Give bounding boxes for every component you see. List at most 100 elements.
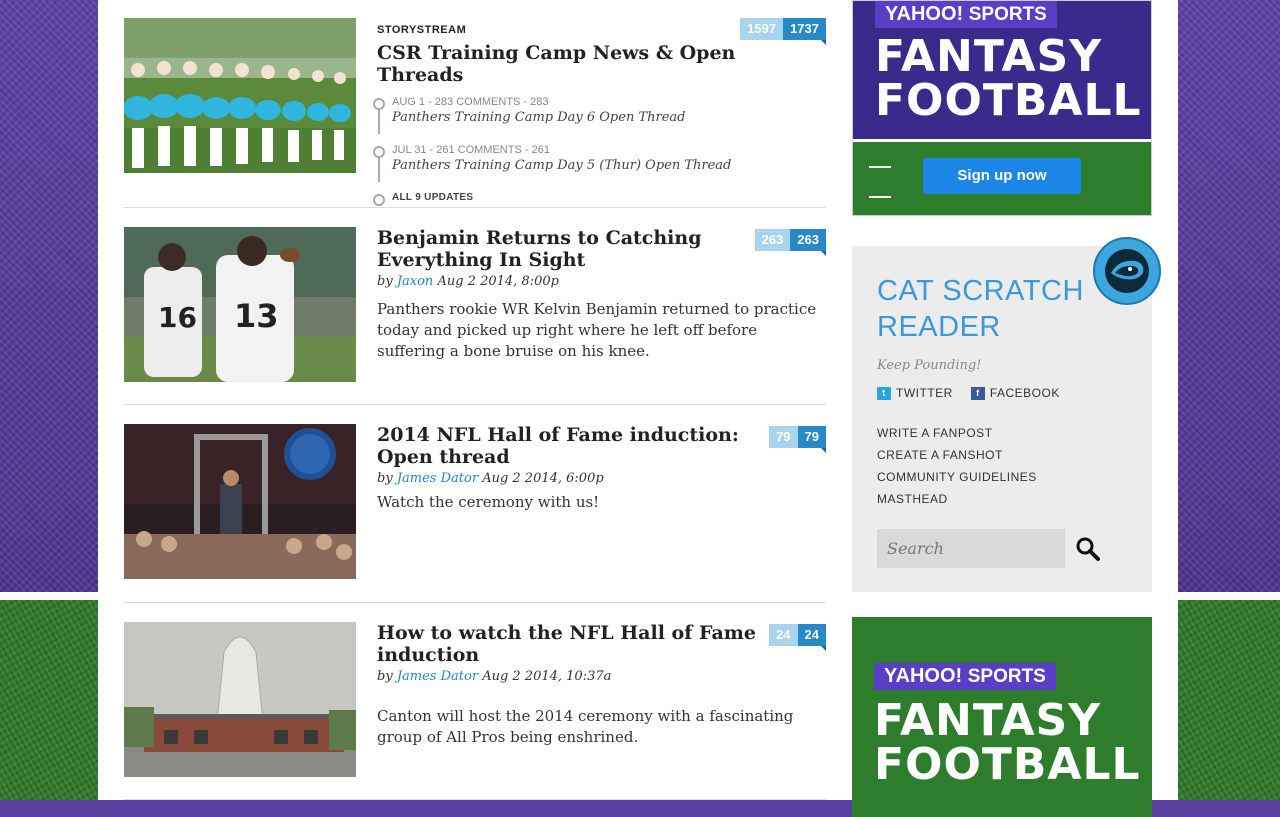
author-link[interactable]: James Dator — [397, 669, 478, 684]
sidebar: YAHOO! SPORTS FANTASY FOOTBALL Sign up n… — [852, 0, 1161, 817]
cat-scratch-reader-panel: CAT SCRATCH READER Keep Pounding! t TWIT… — [852, 237, 1161, 592]
sports-label: SPORTS — [968, 4, 1047, 25]
recent-comment-count: 79 — [769, 426, 798, 448]
write-fanpost-link[interactable]: WRITE A FANPOST — [877, 422, 1037, 444]
yahoo-label: YAHOO! — [885, 3, 964, 25]
ad-headline-line1: FANTASY — [875, 31, 1103, 82]
timeline-meta: AUG 1 - 283 COMMENTS - 283 — [392, 96, 549, 108]
twitter-icon: t — [877, 386, 891, 400]
author-link[interactable]: James Dator — [397, 471, 478, 486]
comment-counts[interactable]: 24 24 — [769, 624, 827, 651]
story-title[interactable]: CSR Training Camp News & Open Threads — [377, 42, 827, 86]
ad-headline-line1: FANTASY — [874, 695, 1102, 746]
svg-text:16: 16 — [158, 301, 197, 334]
page-wrapper: STORYSTREAM CSR Training Camp News & Ope… — [98, 0, 1178, 817]
search-input[interactable] — [877, 529, 1065, 568]
storystream-timeline: AUG 1 - 283 COMMENTS - 283 Panthers Trai… — [373, 96, 827, 212]
ad-top: YAHOO! SPORTS FANTASY FOOTBALL — [853, 1, 1151, 139]
story-dek: Watch the ceremony with us! — [377, 493, 600, 511]
search-button[interactable] — [1074, 535, 1102, 563]
cheerleaders-thumbnail[interactable] — [124, 18, 356, 173]
fantasy-football-ad[interactable]: YAHOO! SPORTS FANTASY FOOTBALL Sign up n… — [852, 0, 1152, 216]
sign-up-button[interactable]: Sign up now — [923, 158, 1081, 194]
story-dek: Panthers rookie WR Kelvin Benjamin retur… — [377, 300, 817, 360]
svg-text:13: 13 — [234, 297, 279, 335]
ad-headline-line2: FOOTBALL — [875, 75, 1142, 126]
twitter-label: TWITTER — [896, 386, 953, 400]
timeline-count: 283 — [530, 96, 549, 108]
create-fanshot-link[interactable]: CREATE A FANSHOT — [877, 444, 1037, 466]
total-comment-count: 1737 — [783, 18, 826, 45]
masthead-link[interactable]: MASTHEAD — [877, 488, 1037, 510]
timeline-item[interactable]: JUL 31 - 261 COMMENTS - 261 Panthers Tra… — [373, 144, 827, 192]
timeline-line — [378, 158, 380, 182]
menu-line-icon — [869, 166, 891, 168]
story-body: 2014 NFL Hall of Fame induction: Open th… — [377, 424, 767, 513]
ad-bottom: Sign up now — [853, 139, 1151, 215]
fantasy-football-ad-2[interactable]: YAHOO! SPORTS FANTASY FOOTBALL — [852, 617, 1152, 817]
recent-comment-count: 263 — [754, 229, 791, 251]
story-entry: 2014 NFL Hall of Fame induction: Open th… — [124, 405, 827, 603]
timeline-date: JUL 31 — [392, 144, 427, 156]
twitter-link[interactable]: t TWITTER — [877, 386, 953, 400]
by-label: by — [377, 669, 393, 684]
facebook-icon: f — [970, 386, 985, 400]
story-entry: STORYSTREAM CSR Training Camp News & Ope… — [124, 0, 826, 208]
ad-headline-line2: FOOTBALL — [874, 739, 1141, 790]
by-label: by — [377, 274, 393, 289]
timeline-count: 261 — [531, 144, 550, 156]
facebook-link[interactable]: f FACEBOOK — [970, 386, 1060, 400]
yahoo-sports-logo: YAHOO! SPORTS — [875, 1, 1057, 28]
timeline-dot-icon — [373, 194, 385, 206]
hall-of-fame-building-thumbnail[interactable] — [124, 622, 356, 777]
total-comment-count: 24 — [797, 624, 827, 651]
by-label: by — [377, 471, 393, 486]
timeline-title[interactable]: Panthers Training Camp Day 5 (Thur) Open… — [392, 158, 827, 173]
story-title[interactable]: Benjamin Returns to Catching Everything … — [377, 227, 757, 271]
yahoo-label: YAHOO! — [884, 665, 963, 687]
story-date: Aug 2 2014, 10:37a — [482, 669, 612, 684]
blog-title-line2: READER — [877, 311, 1001, 343]
comment-counts[interactable]: 263 263 — [754, 229, 826, 256]
story-byline: by James Dator Aug 2 2014, 6:00p — [377, 471, 767, 486]
story-byline: by James Dator Aug 2 2014, 10:37a — [377, 669, 757, 684]
story-entry: How to watch the NFL Hall of Fame induct… — [124, 603, 827, 800]
timeline-dot-icon — [373, 98, 385, 110]
panther-logo-icon[interactable] — [1093, 237, 1161, 305]
timeline-dot-icon — [373, 146, 385, 158]
story-date: Aug 2 2014, 8:00p — [437, 274, 559, 289]
timeline-comments[interactable]: 283 COMMENTS — [435, 96, 521, 108]
recent-comment-count: 1597 — [740, 18, 784, 40]
story-title[interactable]: 2014 NFL Hall of Fame induction: Open th… — [377, 424, 767, 468]
social-links: t TWITTER f FACEBOOK — [877, 386, 1060, 400]
search-icon — [1076, 537, 1100, 561]
author-link[interactable]: Jaxon — [397, 274, 434, 289]
story-dek: Canton will host the 2014 ceremony with … — [377, 707, 794, 746]
total-comment-count: 79 — [797, 426, 827, 453]
timeline-date: AUG 1 — [392, 96, 426, 108]
timeline-title[interactable]: Panthers Training Camp Day 6 Open Thread — [392, 110, 827, 125]
recent-comment-count: 24 — [769, 624, 798, 646]
blog-title-line1: CAT SCRATCH — [877, 275, 1084, 307]
community-links: WRITE A FANPOST CREATE A FANSHOT COMMUNI… — [877, 422, 1037, 510]
story-byline: by Jaxon Aug 2 2014, 8:00p — [377, 274, 757, 289]
menu-line-icon — [869, 196, 891, 198]
benjamin-thumbnail[interactable]: 16 13 — [124, 227, 356, 382]
blog-tagline: Keep Pounding! — [877, 358, 982, 373]
hall-of-fame-ceremony-thumbnail[interactable] — [124, 424, 356, 579]
blog-title[interactable]: CAT SCRATCH READER — [877, 273, 1084, 345]
facebook-label: FACEBOOK — [989, 386, 1060, 400]
comment-counts[interactable]: 79 79 — [769, 426, 827, 453]
timeline-item[interactable]: AUG 1 - 283 COMMENTS - 283 Panthers Trai… — [373, 96, 827, 144]
community-guidelines-link[interactable]: COMMUNITY GUIDELINES — [877, 466, 1037, 488]
story-title[interactable]: How to watch the NFL Hall of Fame induct… — [377, 622, 757, 666]
story-entry: 16 13 Benjamin Returns to Catching Every… — [124, 208, 826, 405]
yahoo-sports-logo: YAHOO! SPORTS — [874, 663, 1056, 690]
story-body: STORYSTREAM CSR Training Camp News & Ope… — [373, 24, 827, 212]
comment-counts[interactable]: 1597 1737 — [740, 18, 826, 45]
timeline-meta: JUL 31 - 261 COMMENTS - 261 — [392, 144, 550, 156]
timeline-comments[interactable]: 261 COMMENTS — [436, 144, 522, 156]
all-updates-link[interactable]: ALL 9 UPDATES — [392, 192, 827, 203]
total-comment-count: 263 — [790, 229, 826, 256]
sports-label: SPORTS — [967, 666, 1046, 687]
